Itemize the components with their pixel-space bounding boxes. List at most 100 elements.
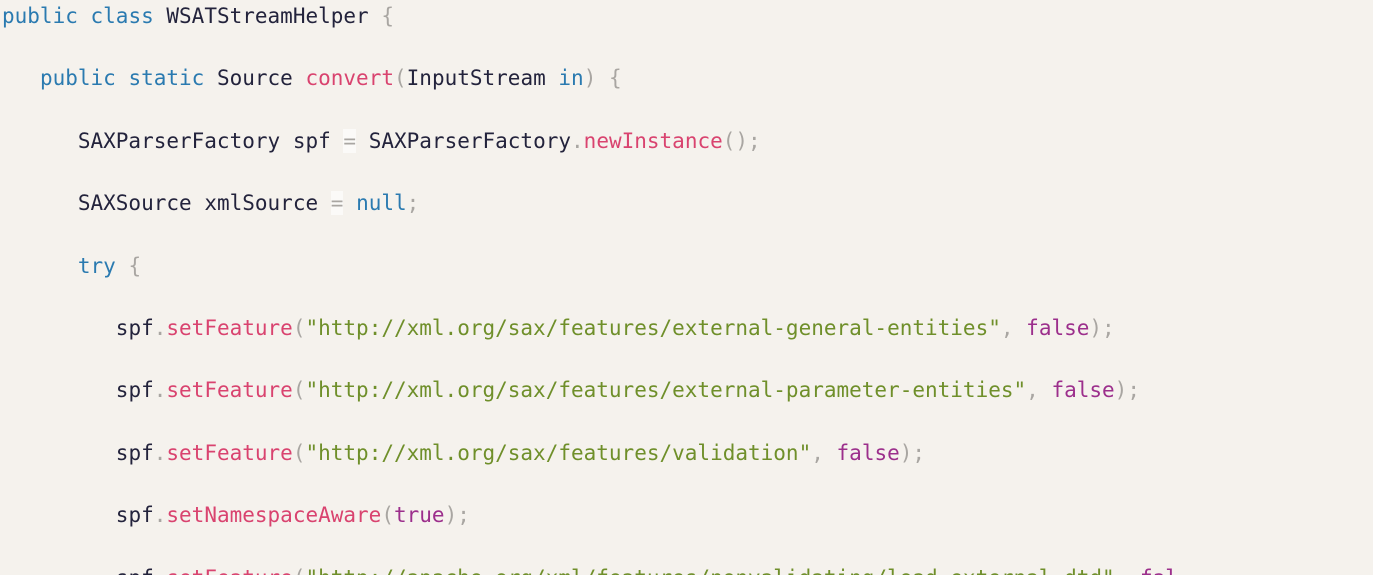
code-token-pln: spf (116, 566, 154, 575)
code-token-kw: class (90, 4, 154, 28)
code-token-lit: fal (1140, 566, 1178, 575)
code-token-pun: . (153, 503, 167, 528)
code-token-pun: . (154, 566, 167, 575)
code-token-pun: , (1000, 315, 1014, 340)
code-token-pln (154, 4, 167, 28)
code-token-pun: , (1115, 566, 1128, 575)
code-token-pun: ( (381, 503, 394, 528)
code-token-pun: ( (292, 378, 306, 403)
code-token-pun: () (722, 128, 749, 153)
code-token-kw: public (2, 4, 78, 28)
code-token-pun: ) (583, 66, 597, 91)
code-token-pln (280, 129, 293, 153)
code-token-lit: false (1026, 315, 1090, 340)
code-token-pun: ( (394, 66, 407, 91)
code-token-pun: ( (292, 315, 306, 340)
code-token-typ: SAXParserFactory (368, 128, 572, 153)
code-token-pln (78, 4, 91, 28)
code-token-typ: SAXParserFactory (77, 128, 281, 153)
code-token-pln (343, 191, 356, 215)
code-token-nul: null (356, 191, 407, 216)
code-token-pun: ) (1114, 378, 1128, 403)
code-token-pln (318, 191, 331, 215)
source-code-block[interactable]: public class WSATStreamHelper { public s… (2, 1, 1178, 575)
code-token-pln (192, 191, 205, 215)
code-token-mth: setFeature (166, 566, 292, 575)
code-token-lit: false (836, 440, 900, 465)
code-token-pln: spf (292, 128, 331, 153)
code-token-pln (546, 66, 559, 90)
code-token-pun: { (128, 253, 142, 278)
code-token-pln: spf (115, 440, 154, 465)
code-token-pun: ; (406, 191, 420, 216)
code-token-pun: { (381, 4, 394, 28)
code-token-kw: public (39, 66, 116, 91)
code-line: spf.setFeature("http://xml.org/sax/featu… (2, 375, 1178, 406)
code-token-mth: newInstance (583, 128, 723, 153)
code-token-pun: ) (444, 503, 458, 528)
code-token-pln (369, 4, 382, 28)
code-token-pun: ) (899, 440, 913, 465)
code-token-typ: Source (216, 66, 293, 91)
code-token-typ: InputStream (406, 66, 546, 91)
code-token-typ: SAXSource (77, 191, 192, 216)
code-token-pun: ( (292, 440, 306, 465)
code-token-pun: . (153, 440, 167, 465)
code-line: SAXSource xmlSource = null; (2, 188, 1178, 219)
code-token-pln (356, 129, 369, 153)
code-token-pln: spf (115, 378, 154, 403)
code-token-mth: setFeature (166, 440, 293, 465)
code-token-pun: ; (912, 440, 926, 465)
code-token-mth: convert (305, 66, 394, 91)
code-token-str: "http://xml.org/sax/features/external-pa… (305, 378, 1027, 403)
code-line: spf.setFeature("http://apache.org/xml/fe… (2, 563, 1178, 575)
code-token-pln (331, 129, 344, 153)
code-token-pln (596, 66, 609, 90)
code-token-str: "http://xml.org/sax/features/validation" (305, 440, 812, 465)
code-token-pln: spf (115, 315, 154, 340)
code-token-pun: . (153, 378, 167, 403)
code-line: spf.setFeature("http://xml.org/sax/featu… (2, 438, 1178, 469)
code-token-pln (204, 66, 217, 90)
code-token-pln: spf (115, 503, 154, 528)
code-token-pun: ; (748, 128, 761, 153)
code-line: spf.setNamespaceAware(true); (2, 500, 1178, 531)
code-token-pln (1014, 316, 1027, 340)
code-line: SAXParserFactory spf = SAXParserFactory.… (2, 126, 1178, 157)
code-token-lit: true (393, 503, 445, 528)
code-token-op-hl: = (343, 128, 357, 153)
code-token-pun: , (1026, 378, 1039, 403)
code-line: spf.setFeature("http://xml.org/sax/featu… (2, 313, 1178, 344)
code-token-pun: , (811, 440, 824, 465)
code-token-lit: false (1051, 378, 1115, 403)
code-token-pln (824, 441, 837, 465)
code-token-pln: xmlSource (204, 191, 319, 216)
code-line: public class WSATStreamHelper { (2, 1, 1178, 32)
code-token-pun: ; (1127, 378, 1140, 403)
code-token-mth: setFeature (166, 378, 293, 403)
code-token-pun: ) (1089, 315, 1103, 340)
code-token-pun: { (609, 66, 622, 91)
code-line: public static Source convert(InputStream… (2, 63, 1178, 94)
code-token-pun: ; (457, 503, 470, 528)
code-token-pln (1039, 378, 1052, 402)
code-viewer[interactable]: public class WSATStreamHelper { public s… (0, 0, 1373, 575)
code-token-mth: setNamespaceAware (166, 503, 382, 528)
code-token-pun: . (571, 128, 584, 153)
code-token-pun: ; (1102, 315, 1115, 340)
code-token-typ: WSATStreamHelper (166, 4, 369, 28)
code-token-pln (293, 66, 306, 90)
code-token-pun: ( (293, 566, 306, 575)
code-token-mth: setFeature (166, 315, 293, 340)
code-token-kw: try (77, 253, 116, 278)
code-token-var: in (558, 66, 584, 91)
